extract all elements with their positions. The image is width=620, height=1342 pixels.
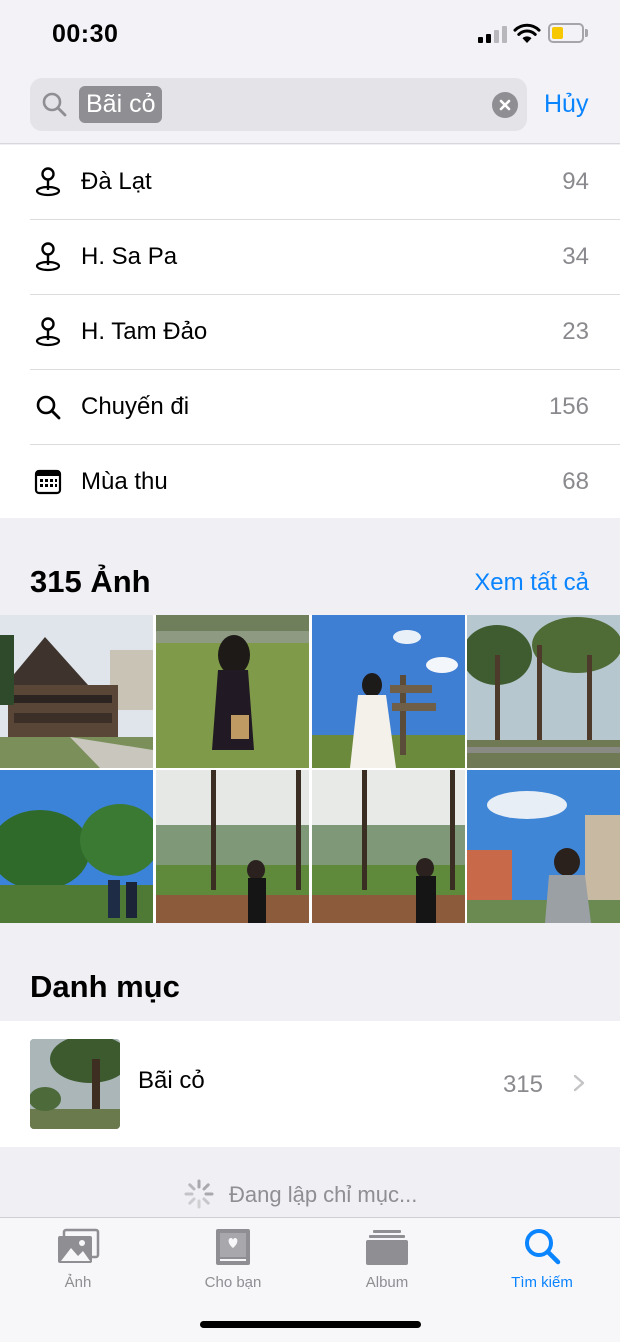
tab-label: Ảnh (64, 1274, 92, 1291)
clear-search-button[interactable] (492, 92, 518, 118)
cancel-button[interactable]: Hủy (544, 90, 588, 119)
tab-label: Cho bạn (204, 1274, 262, 1291)
photo-thumbnail[interactable] (312, 615, 465, 768)
suggestion-label: Mùa thu (81, 468, 168, 495)
suggestion-row-tam-dao[interactable]: H. Tam Đảo 23 (0, 295, 620, 370)
search-icon (36, 395, 61, 420)
search-input[interactable]: Bãi cỏ (30, 78, 527, 131)
search-icon (42, 92, 67, 117)
suggestion-row-sa-pa[interactable]: H. Sa Pa 34 (0, 220, 620, 295)
chevron-right-icon (573, 1074, 585, 1092)
photos-section-title: 315 Ảnh (30, 564, 151, 599)
suggestion-label: H. Sa Pa (81, 243, 178, 270)
suggestion-count: 156 (548, 393, 589, 420)
calendar-icon (34, 469, 62, 495)
suggestion-row-da-lat[interactable]: Đà Lạt 94 (0, 145, 620, 220)
status-bar: 00:30 (0, 0, 620, 66)
spinner-icon (184, 1179, 214, 1209)
wifi-icon (513, 23, 541, 43)
for-you-icon (216, 1229, 250, 1265)
status-time: 00:30 (52, 20, 119, 48)
category-count: 315 (502, 1071, 543, 1098)
photo-thumbnail[interactable] (0, 615, 153, 768)
tab-label: Album (365, 1274, 409, 1291)
indexing-text: Đang lập chỉ mục... (229, 1182, 418, 1207)
photo-grid (0, 615, 620, 923)
tab-for-you[interactable]: Cho bạn (173, 1228, 293, 1296)
category-row-bai-co[interactable]: Bãi cỏ 315 (0, 1021, 620, 1147)
tab-search[interactable]: Tìm kiếm (482, 1228, 602, 1296)
tab-photos[interactable]: Ảnh (18, 1228, 138, 1296)
search-header: Bãi cỏ Hủy (0, 66, 620, 144)
photos-icon (58, 1228, 100, 1263)
suggestion-label: H. Tam Đảo (81, 318, 208, 345)
see-all-button[interactable]: Xem tất cả (474, 569, 589, 597)
tab-label: Tìm kiếm (511, 1274, 573, 1291)
category-thumbnail (30, 1039, 120, 1129)
photo-thumbnail[interactable] (0, 770, 153, 923)
photo-thumbnail[interactable] (467, 615, 620, 768)
suggestion-list: Đà Lạt 94 H. Sa Pa 34 H. Tam Đảo 23 Chuy… (0, 145, 620, 518)
indexing-status: Đang lập chỉ mục... (0, 1170, 620, 1216)
cellular-signal-icon (478, 26, 508, 43)
home-indicator (200, 1321, 421, 1328)
photo-thumbnail[interactable] (312, 770, 465, 923)
category-label: Bãi cỏ (138, 1067, 205, 1094)
suggestion-label: Đà Lạt (81, 168, 152, 195)
map-pin-icon (35, 167, 61, 197)
photo-thumbnail[interactable] (156, 770, 309, 923)
suggestion-row-mua-thu[interactable]: Mùa thu 68 (0, 445, 620, 520)
suggestion-label: Chuyến đi (81, 393, 190, 420)
close-icon (499, 99, 511, 111)
search-icon (525, 1229, 561, 1265)
suggestion-count: 23 (562, 318, 589, 345)
map-pin-icon (35, 317, 61, 347)
categories-section-title: Danh mục (30, 969, 180, 1004)
map-pin-icon (35, 242, 61, 272)
suggestion-count: 68 (562, 468, 589, 495)
album-icon (366, 1230, 408, 1265)
tab-albums[interactable]: Album (327, 1228, 447, 1296)
suggestion-count: 34 (562, 243, 589, 270)
photo-thumbnail[interactable] (156, 615, 309, 768)
photo-thumbnail[interactable] (467, 770, 620, 923)
suggestion-row-chuyen-di[interactable]: Chuyến đi 156 (0, 370, 620, 445)
battery-icon (548, 23, 584, 43)
search-query-token[interactable]: Bãi cỏ (79, 86, 163, 123)
suggestion-count: 94 (562, 168, 589, 195)
battery-tip (585, 29, 588, 37)
